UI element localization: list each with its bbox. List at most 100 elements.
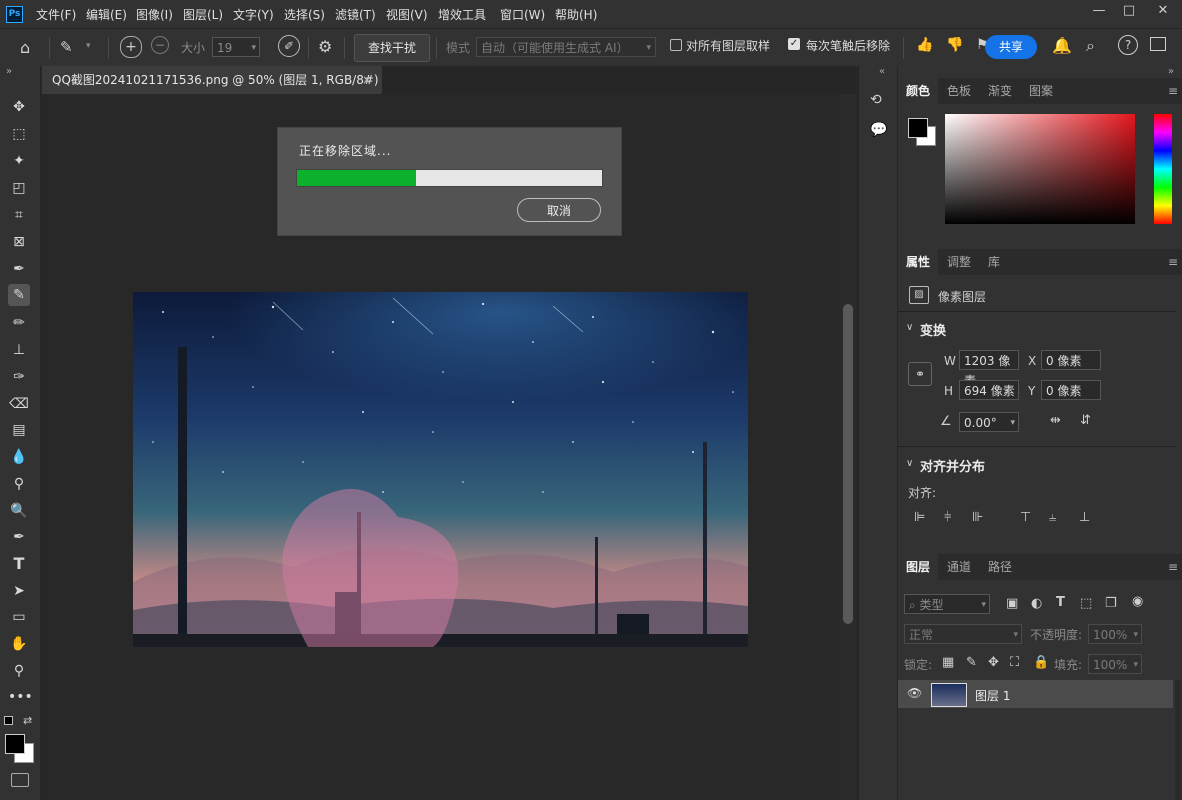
frame-tool-icon[interactable]: ⊠ (8, 231, 30, 253)
color-panel-menu-icon[interactable]: ≡ (1168, 84, 1178, 98)
share-button[interactable]: 共享 (985, 35, 1037, 59)
panel-foreground-swatch[interactable] (908, 118, 928, 138)
pressure-size-icon[interactable]: ✐ (278, 35, 300, 57)
home-icon[interactable]: ⌂ (20, 38, 30, 57)
layer-row[interactable]: 👁 图层 1 (898, 680, 1173, 708)
dodge-burn-tool-icon[interactable]: 🔍 (8, 500, 30, 522)
menu-type[interactable]: 文字(Y) (233, 6, 274, 23)
size-input[interactable]: 19 ▾ (212, 37, 260, 57)
x-input[interactable]: 0 像素 (1041, 350, 1101, 370)
help-icon[interactable]: ? (1118, 35, 1138, 55)
flip-vertical-icon[interactable]: ⇵ (1080, 413, 1091, 428)
lock-position-icon[interactable]: ✥ (988, 655, 999, 670)
workspace-layout-icon[interactable] (1150, 37, 1166, 51)
move-tool-icon[interactable]: ✥ (8, 96, 30, 118)
menu-view[interactable]: 视图(V) (386, 6, 428, 23)
align-center-horizontal-icon[interactable]: ⫩ (944, 510, 951, 525)
tab-gradients[interactable]: 渐变 (980, 78, 1020, 104)
type-tool-icon[interactable]: T (8, 553, 30, 575)
height-input[interactable]: 694 像素 (959, 380, 1019, 400)
filter-toggle-icon[interactable]: ◉ (1132, 594, 1143, 609)
menu-image[interactable]: 图像(I) (136, 6, 173, 23)
maximize-button[interactable]: □ (1114, 0, 1144, 22)
tab-properties[interactable]: 属性 (898, 249, 939, 275)
foreground-color-swatch[interactable] (5, 734, 25, 754)
tab-libraries[interactable]: 库 (980, 249, 1008, 275)
canvas-vertical-scrollbar[interactable] (840, 94, 856, 800)
add-to-stroke-icon[interactable]: + (120, 36, 142, 58)
width-input[interactable]: 1203 像素 (959, 350, 1019, 388)
quick-select-tool-icon[interactable]: ✦ (8, 150, 30, 172)
tab-layers[interactable]: 图层 (898, 554, 939, 580)
tab-patterns[interactable]: 图案 (1021, 78, 1061, 104)
pen-tool-icon[interactable]: ✒ (8, 526, 30, 548)
fill-input[interactable]: 100% ▾ (1088, 654, 1142, 674)
path-select-tool-icon[interactable]: ➤ (8, 580, 30, 602)
y-input[interactable]: 0 像素 (1041, 380, 1101, 400)
menu-filter[interactable]: 滤镜(T) (335, 6, 376, 23)
lock-image-icon[interactable]: ✎ (966, 655, 977, 670)
eraser-tool-icon[interactable]: ⌫ (8, 393, 30, 415)
thumbs-down-icon[interactable]: 👎 (946, 37, 963, 53)
menu-edit[interactable]: 编辑(E) (86, 6, 127, 23)
align-chevron-icon[interactable]: ∨ (906, 458, 913, 469)
align-right-icon[interactable]: ⊪ (972, 510, 983, 525)
quick-mask-icon[interactable] (11, 773, 29, 787)
close-window-button[interactable]: ✕ (1148, 0, 1178, 22)
collapse-dock-icon[interactable]: « (879, 66, 885, 77)
filter-adjustment-icon[interactable]: ◐ (1031, 596, 1042, 611)
filter-smart-object-icon[interactable]: ❐ (1105, 596, 1117, 611)
layer-filter-input[interactable]: ⌕ 类型 ▾ (904, 594, 990, 614)
search-icon[interactable]: ⌕ (1086, 36, 1095, 56)
align-bottom-icon[interactable]: ⊥ (1079, 510, 1090, 525)
lock-transparent-icon[interactable]: ▦ (942, 655, 954, 670)
blur-tool-icon[interactable]: 💧 (8, 446, 30, 468)
collapse-panels-icon[interactable]: » (1168, 66, 1174, 77)
blend-mode-select[interactable]: 正常 ▾ (904, 624, 1022, 644)
lock-all-icon[interactable]: 🔒 (1033, 655, 1049, 670)
align-left-icon[interactable]: ⊫ (914, 510, 925, 525)
canvas-image[interactable] (133, 292, 748, 647)
history-brush-tool-icon[interactable]: ✑ (8, 366, 30, 388)
menu-file[interactable]: 文件(F) (36, 6, 76, 23)
find-distractions-button[interactable]: 查找干扰 (354, 34, 430, 62)
marquee-tool-icon[interactable]: ⬚ (8, 123, 30, 145)
angle-input[interactable]: 0.00° ▾ (959, 412, 1019, 432)
lock-artboard-icon[interactable]: ⛶ (1010, 655, 1019, 670)
more-tools-icon[interactable]: ••• (8, 686, 33, 708)
brush-tool-icon[interactable]: ✏ (8, 312, 30, 334)
tab-adjustments[interactable]: 调整 (939, 249, 979, 275)
align-middle-vertical-icon[interactable]: ⫨ (1049, 510, 1056, 525)
scrollbar-thumb[interactable] (843, 304, 853, 624)
tab-color[interactable]: 颜色 (898, 78, 939, 104)
remove-after-stroke-checkbox[interactable]: ✓ (788, 38, 800, 50)
tool-preset-chevron-icon[interactable]: ▾ (86, 41, 91, 51)
collapse-toolbar-icon[interactable]: » (6, 66, 12, 77)
hand-tool-icon[interactable]: ✋ (8, 633, 30, 655)
layers-scrollbar[interactable] (1175, 680, 1181, 800)
menu-window[interactable]: 窗口(W) (500, 6, 545, 23)
tab-paths[interactable]: 路径 (980, 554, 1020, 580)
menu-layer[interactable]: 图层(L) (183, 6, 223, 23)
minimize-button[interactable]: — (1084, 0, 1114, 22)
sample-all-layers-checkbox[interactable] (670, 39, 682, 51)
object-select-tool-icon[interactable]: ◰ (8, 177, 30, 199)
menu-help[interactable]: 帮助(H) (555, 6, 597, 23)
thumbs-up-icon[interactable]: 👍 (916, 37, 933, 53)
flip-horizontal-icon[interactable]: ⇹ (1050, 413, 1061, 428)
tab-channels[interactable]: 通道 (939, 554, 979, 580)
opacity-input[interactable]: 100% ▾ (1088, 624, 1142, 644)
remove-tool-icon[interactable]: ✎ (60, 38, 73, 56)
layers-panel-menu-icon[interactable]: ≡ (1168, 560, 1178, 574)
settings-gear-icon[interactable]: ⚙ (318, 37, 332, 56)
align-top-icon[interactable]: ⊤ (1020, 510, 1031, 525)
filter-shape-icon[interactable]: ⬚ (1080, 596, 1092, 611)
remove-tool-active-icon[interactable]: ✎ (8, 284, 30, 306)
mode-select[interactable]: 自动（可能使用生成式 AI） ▾ (476, 37, 656, 57)
crop-tool-icon[interactable]: ⌗ (8, 204, 30, 226)
rectangle-tool-icon[interactable]: ▭ (8, 606, 30, 628)
gradient-tool-icon[interactable]: ▤ (8, 419, 30, 441)
notifications-bell-icon[interactable]: 🔔 (1052, 36, 1072, 55)
menu-select[interactable]: 选择(S) (284, 6, 325, 23)
subtract-from-stroke-icon[interactable]: − (151, 36, 169, 54)
